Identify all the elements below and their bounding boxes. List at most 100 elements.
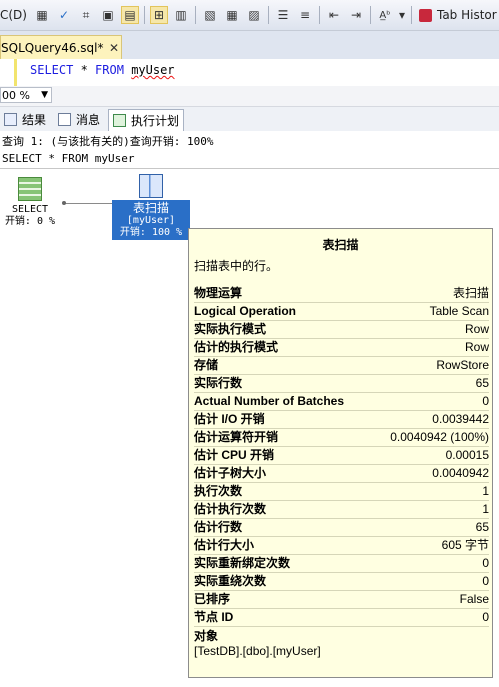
- tooltip-row: 节点 ID 0: [194, 609, 489, 627]
- tooltip-row-value: 0: [482, 394, 489, 408]
- plan-header: 查询 1: (与该批有关的)查询开销: 100% SELECT * FROM m…: [2, 133, 213, 167]
- document-tab-strip: SQLQuery46.sql* ✕: [0, 31, 499, 60]
- tooltip-row: 实际重绕次数 0: [194, 573, 489, 591]
- tooltip-row-label: 估计子树大小: [194, 466, 267, 480]
- tooltip-object-title: 对象: [194, 629, 219, 643]
- tooltip-row: 估计执行次数 1: [194, 501, 489, 519]
- grid-icon[interactable]: ▦: [33, 6, 51, 24]
- close-icon[interactable]: ✕: [107, 41, 121, 55]
- tooltip-row: 估计的执行模式 Row: [194, 339, 489, 357]
- tooltip-row-value: 1: [482, 502, 489, 516]
- tooltip-row-value: 1: [482, 484, 489, 498]
- table-scan-object: [myUser]: [126, 215, 176, 226]
- intellisense-icon[interactable]: ▤: [120, 6, 139, 24]
- tooltip-row-value: 0.0039442: [432, 412, 489, 426]
- keyword-select: SELECT: [30, 63, 74, 77]
- document-tab[interactable]: SQLQuery46.sql* ✕: [0, 35, 122, 60]
- toolbar-separator: [318, 6, 320, 24]
- tooltip-row-label: 存储: [194, 358, 219, 372]
- select-node-label: SELECT: [11, 204, 49, 215]
- tooltip-row-label: 估计行数: [194, 520, 243, 534]
- zoom-select[interactable]: 00 % ▼: [0, 87, 52, 103]
- tooltip-row: 物理运算 表扫描: [194, 285, 489, 303]
- toolbar-separator: [143, 6, 145, 24]
- tooltip-row-value: Row: [464, 340, 489, 354]
- increase-indent-icon[interactable]: ⇥: [347, 6, 365, 24]
- tooltip-row-label: 估计 I/O 开销: [194, 412, 265, 426]
- tooltip-properties: 物理运算 表扫描 Logical Operation Table Scan 实际执行…: [194, 285, 489, 627]
- tab-history-button[interactable]: Tab Histor: [418, 8, 497, 22]
- tooltip-row-value: 0.0040942: [432, 466, 489, 480]
- query-editor[interactable]: SELECT * FROM myUser: [0, 59, 499, 87]
- plan-query-header: 查询 1: (与该批有关的)查询开销: 100%: [2, 135, 214, 148]
- tab-messages[interactable]: 消息: [54, 109, 104, 130]
- change-gutter: [14, 59, 17, 86]
- editor-line: SELECT * FROM myUser: [30, 63, 175, 77]
- editor-star: *: [73, 63, 96, 77]
- tooltip-row-label: 物理运算: [194, 286, 243, 300]
- estimated-plan-icon[interactable]: ⌗: [77, 6, 95, 24]
- tooltip-row-label: 估计 CPU 开销: [194, 448, 275, 462]
- query-options-icon[interactable]: ▣: [99, 6, 117, 24]
- tooltip-row-value: Table Scan: [429, 304, 489, 318]
- keyword-from: FROM: [95, 63, 124, 77]
- editor-table-name: myUser: [131, 63, 175, 77]
- tooltip-row-value: 0.0040942 (100%): [390, 430, 489, 444]
- chevron-down-icon[interactable]: ▾: [398, 6, 406, 24]
- document-tab-name: SQLQuery46.sql*: [1, 41, 104, 55]
- tooltip-row: 实际执行模式 Row: [194, 321, 489, 339]
- tab-execution-plan[interactable]: 执行计划: [108, 109, 185, 132]
- table-scan-label: 表扫描: [132, 201, 169, 215]
- zoom-row: 00 % ▼: [0, 86, 499, 107]
- execution-plan-icon: [113, 114, 126, 127]
- toolbar-separator: [410, 6, 412, 24]
- tab-messages-label: 消息: [76, 113, 101, 127]
- tooltip-row-label: 实际重绕次数: [194, 574, 267, 588]
- plan-query-sql: SELECT * FROM myUser: [2, 152, 135, 165]
- select-node[interactable]: SELECT 开销: 0 %: [0, 177, 60, 228]
- results-to-grid-icon[interactable]: ▦: [223, 6, 241, 24]
- tooltip-object-value: [TestDB].[dbo].[myUser]: [194, 644, 321, 658]
- tooltip-row: 估计行大小 605 字节: [194, 537, 489, 555]
- zoom-value: 00 %: [2, 88, 30, 102]
- tooltip-row-value: 65: [475, 376, 489, 390]
- tab-results[interactable]: 结果: [0, 109, 50, 130]
- tooltip-row: 估计 CPU 开销 0.00015: [194, 447, 489, 465]
- tooltip-row: Actual Number of Batches 0: [194, 393, 489, 411]
- operator-tooltip: 表扫描 扫描表中的行。 物理运算 表扫描 Logical Operation Tab…: [188, 228, 493, 678]
- table-scan-label-box: 表扫描 [myUser] 开销: 100 %: [112, 200, 190, 240]
- parse-check-icon[interactable]: ✓: [55, 6, 73, 24]
- decrease-indent-icon[interactable]: ⇤: [325, 6, 343, 24]
- include-actual-plan-icon[interactable]: ⊞: [149, 6, 168, 24]
- tooltip-row-label: 执行次数: [194, 484, 243, 498]
- tooltip-row-label: 节点 ID: [194, 610, 234, 624]
- tooltip-description: 扫描表中的行。: [194, 259, 279, 273]
- menu-fragment[interactable]: C(D): [0, 8, 27, 22]
- tooltip-row-label: 估计的执行模式: [194, 340, 279, 354]
- tooltip-row: 估计运算符开销 0.0040942 (100%): [194, 429, 489, 447]
- specify-values-icon[interactable]: A̲ᵇ: [376, 6, 394, 24]
- results-to-text-icon[interactable]: ▧: [201, 6, 219, 24]
- tooltip-row-value: False: [459, 592, 489, 606]
- grid-icon: [4, 113, 17, 126]
- tooltip-row-label: Actual Number of Batches: [194, 394, 345, 408]
- tooltip-row: 实际行数 65: [194, 375, 489, 393]
- table-scan-icon: [139, 174, 163, 198]
- results-to-file-icon[interactable]: ▨: [245, 6, 263, 24]
- tooltip-row-value: 605 字节: [441, 538, 489, 552]
- tooltip-row: 估计子树大小 0.0040942: [194, 465, 489, 483]
- tab-execution-plan-label: 执行计划: [131, 114, 180, 128]
- comment-icon[interactable]: ☰: [274, 6, 292, 24]
- tooltip-row: 实际重新绑定次数 0: [194, 555, 489, 573]
- result-tabs: 结果 消息 执行计划: [0, 107, 499, 132]
- tooltip-title: 表扫描: [322, 238, 359, 252]
- client-statistics-icon[interactable]: ▥: [172, 6, 190, 24]
- tooltip-row-label: 实际执行模式: [194, 322, 267, 336]
- tooltip-row-value: 0: [482, 556, 489, 570]
- tab-history-icon: [418, 8, 432, 22]
- uncomment-icon[interactable]: ≡: [296, 6, 314, 24]
- tooltip-row-value: 0.00015: [445, 448, 489, 462]
- table-scan-node[interactable]: 表扫描 [myUser] 开销: 100 %: [112, 174, 190, 240]
- tooltip-row-value: 0: [482, 574, 489, 588]
- toolbar-separator: [267, 6, 269, 24]
